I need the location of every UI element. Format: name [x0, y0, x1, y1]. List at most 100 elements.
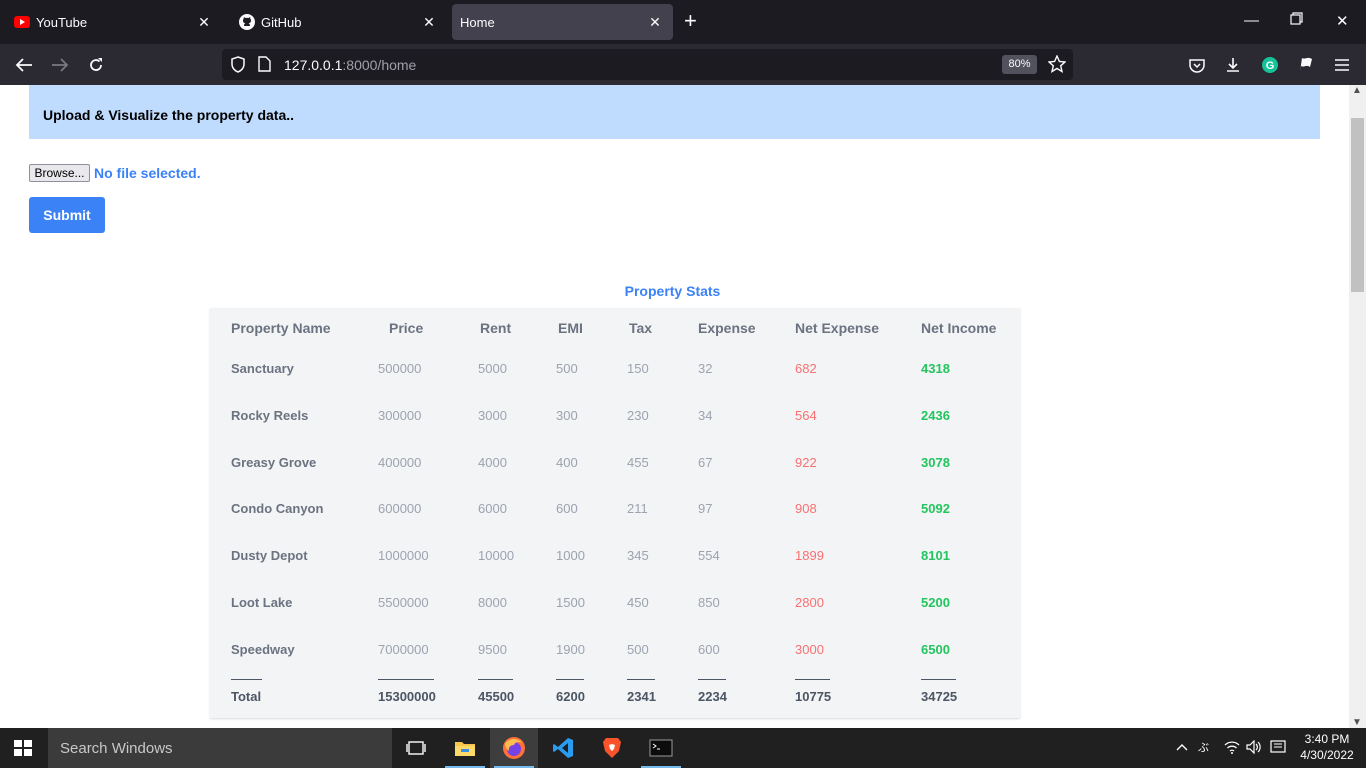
back-icon[interactable] [13, 54, 35, 76]
column-header: Net Income [921, 320, 997, 336]
page-icon [258, 56, 271, 77]
table-cell-net-expense: 2800 [795, 595, 824, 610]
property-stats-title: Property Stats [624, 283, 721, 299]
windows-start-icon[interactable] [14, 740, 32, 756]
scroll-thumb[interactable] [1351, 118, 1364, 292]
page-content: Upload & Visualize the property data.. B… [0, 85, 1349, 728]
url-text[interactable]: 127.0.0.1:8000/home [284, 57, 416, 73]
zoom-level[interactable]: 80% [1002, 55, 1037, 74]
column-header: Net Expense [795, 320, 880, 336]
table-cell-name: Speedway [231, 642, 295, 657]
table-cell-net-expense: 908 [795, 501, 817, 516]
url-path: :8000/home [342, 57, 417, 73]
tab-youtube[interactable]: YouTube ✕ [4, 4, 222, 40]
notification-icon[interactable] [1270, 740, 1286, 757]
pocket-icon[interactable] [1186, 54, 1208, 76]
table-cell-net-expense: 682 [795, 361, 817, 376]
close-icon[interactable]: ✕ [196, 13, 212, 31]
minimize-icon[interactable]: — [1244, 12, 1259, 29]
table-cell-name: Greasy Grove [231, 455, 317, 470]
table-cell: 6000 [478, 501, 507, 516]
shield-icon[interactable] [230, 56, 246, 78]
table-cell-name: Condo Canyon [231, 501, 324, 516]
total-value: 10775 [795, 689, 832, 704]
table-cell: 455 [627, 455, 649, 470]
table-cell: 9500 [478, 642, 507, 657]
close-window-icon[interactable]: ✕ [1336, 12, 1349, 30]
browser-tab-bar: YouTube ✕ GitHub ✕ Home ✕ + — ✕ [0, 0, 1366, 44]
url-host: 127.0.0.1 [284, 57, 343, 73]
brave-icon[interactable] [588, 728, 636, 768]
table-cell-net-expense: 3000 [795, 642, 824, 657]
table-cell: 300 [556, 408, 578, 423]
table-cell-name: Loot Lake [231, 595, 293, 610]
flag-icon[interactable] [1295, 54, 1317, 76]
total-value: 45500 [478, 689, 515, 704]
restore-icon[interactable] [1290, 12, 1303, 29]
scroll-up-icon[interactable]: ▲ [1352, 85, 1362, 96]
column-header: Price [389, 320, 424, 336]
table-cell-net-expense: 564 [795, 408, 817, 423]
forward-icon[interactable] [49, 54, 71, 76]
table-cell-net-expense: 922 [795, 455, 817, 470]
table-cell-net-income: 3078 [921, 455, 950, 470]
total-value: 2341 [627, 689, 656, 704]
bookmark-star-icon[interactable] [1047, 54, 1067, 78]
taskbar-clock[interactable]: 3:40 PM 4/30/2022 [1298, 731, 1356, 763]
total-rule [556, 679, 584, 680]
chevron-up-icon[interactable] [1176, 739, 1188, 754]
table-total-cell: 10775 [795, 679, 832, 704]
firefox-icon[interactable] [490, 728, 538, 768]
table-cell: 554 [698, 548, 720, 563]
table-cell: 500000 [378, 361, 422, 376]
total-rule [478, 679, 513, 680]
table-cell-net-expense: 1899 [795, 548, 824, 563]
browse-button[interactable]: Browse... [29, 164, 90, 182]
table-cell: 230 [627, 408, 649, 423]
volume-icon[interactable] [1246, 739, 1262, 757]
table-total-cell: 2234 [698, 679, 727, 704]
table-cell: 32 [698, 361, 713, 376]
terminal-icon[interactable] [637, 728, 685, 768]
table-cell: 1000000 [378, 548, 429, 563]
reload-icon[interactable] [85, 54, 107, 76]
file-explorer-icon[interactable] [441, 728, 489, 768]
table-cell-name: Rocky Reels [231, 408, 309, 423]
tab-label: YouTube [36, 14, 88, 30]
table-cell: 1900 [556, 642, 585, 657]
address-bar[interactable]: 127.0.0.1:8000/home 80% [222, 49, 1073, 80]
page-scrollbar[interactable]: ▲ ▼ [1349, 85, 1366, 728]
total-label: Total [231, 689, 262, 704]
vscode-icon[interactable] [539, 728, 587, 768]
taskbar-search[interactable]: Search Windows [48, 728, 392, 768]
submit-button[interactable]: Submit [29, 197, 105, 233]
download-icon[interactable] [1222, 54, 1244, 76]
property-stats-table: Property Name Price Rent EMI Tax Expense… [210, 308, 1020, 718]
clock-time: 3:40 PM [1304, 732, 1350, 746]
table-cell: 5500000 [378, 595, 429, 610]
tab-github[interactable]: GitHub ✕ [229, 4, 447, 40]
table-cell-net-income: 2436 [921, 408, 950, 423]
tab-home[interactable]: Home ✕ [452, 4, 673, 40]
table-cell: 8000 [478, 595, 507, 610]
close-icon[interactable]: ✕ [421, 13, 437, 31]
keyboard-language-icon[interactable]: ぶ [1198, 740, 1216, 757]
table-cell-name: Sanctuary [231, 361, 294, 376]
total-rule [231, 679, 262, 680]
grammarly-icon[interactable]: G [1259, 54, 1281, 76]
table-cell-net-income: 8101 [921, 548, 950, 563]
close-icon[interactable]: ✕ [647, 13, 663, 31]
column-header: Tax [629, 320, 653, 336]
scroll-down-icon[interactable]: ▼ [1352, 717, 1362, 728]
table-cell-net-income: 5092 [921, 501, 950, 516]
new-tab-icon[interactable]: + [684, 10, 697, 32]
total-rule [921, 679, 956, 680]
tab-label: Home [460, 14, 495, 30]
table-cell-net-income: 6500 [921, 642, 950, 657]
column-header: EMI [558, 320, 583, 336]
menu-icon[interactable] [1331, 54, 1353, 76]
task-view-icon[interactable] [392, 728, 440, 768]
browser-nav-bar: 127.0.0.1:8000/home 80% G [0, 44, 1366, 85]
wifi-icon[interactable] [1224, 740, 1240, 757]
table-cell: 5000 [478, 361, 507, 376]
